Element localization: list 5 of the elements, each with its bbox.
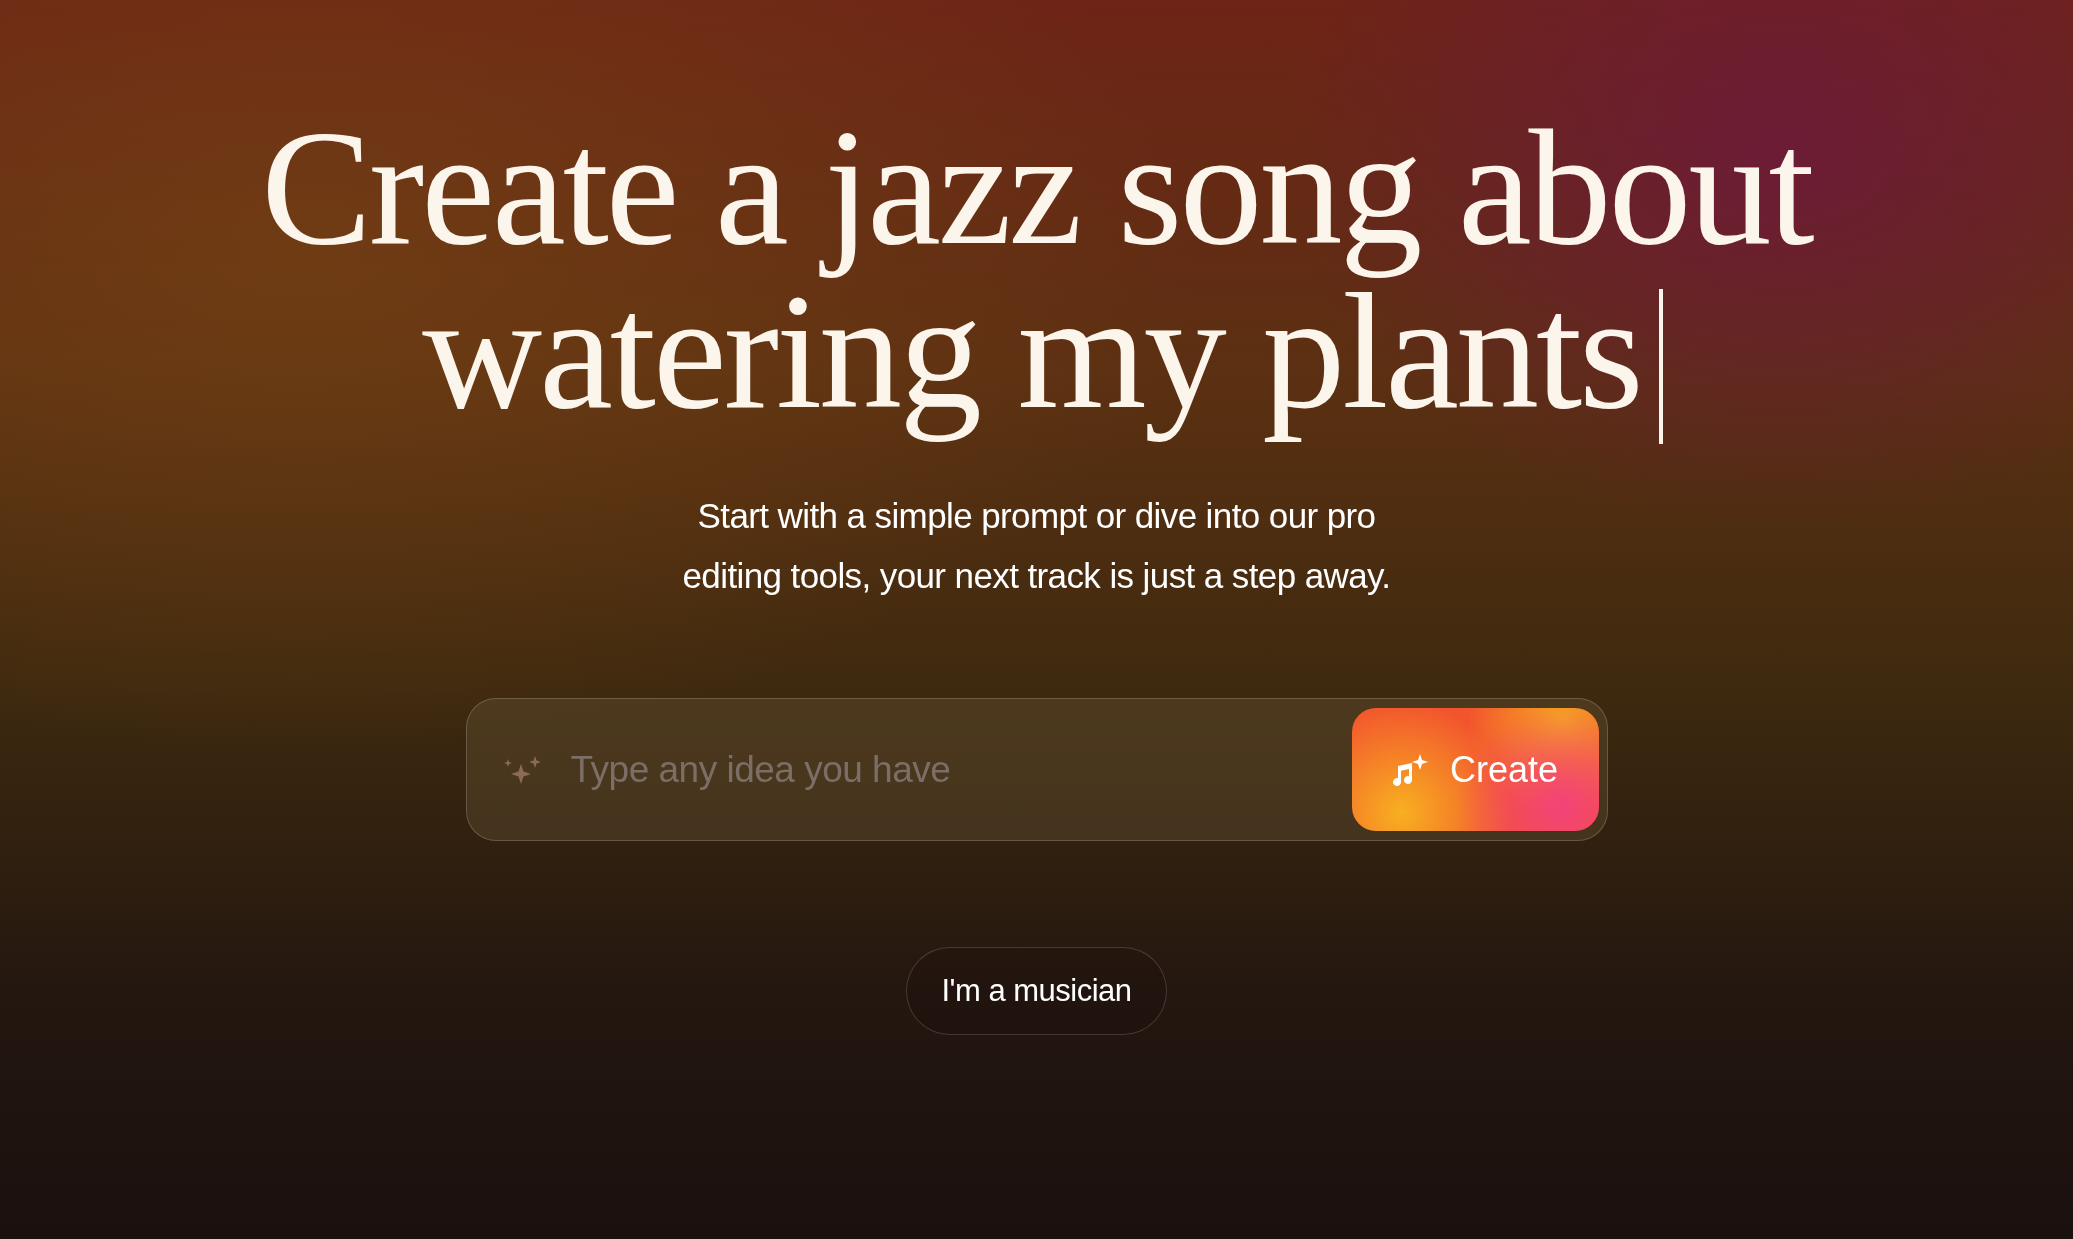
musician-button[interactable]: I'm a musician [906, 947, 1167, 1035]
prompt-field[interactable]: Type any idea you have Create [465, 698, 1608, 841]
subtitle-text: Start with a simple prompt or dive into our pro [697, 495, 1376, 537]
create-button[interactable]: Create [1351, 708, 1599, 831]
subtitle-text: editing tools, your next track is just a step away. [682, 555, 1391, 597]
